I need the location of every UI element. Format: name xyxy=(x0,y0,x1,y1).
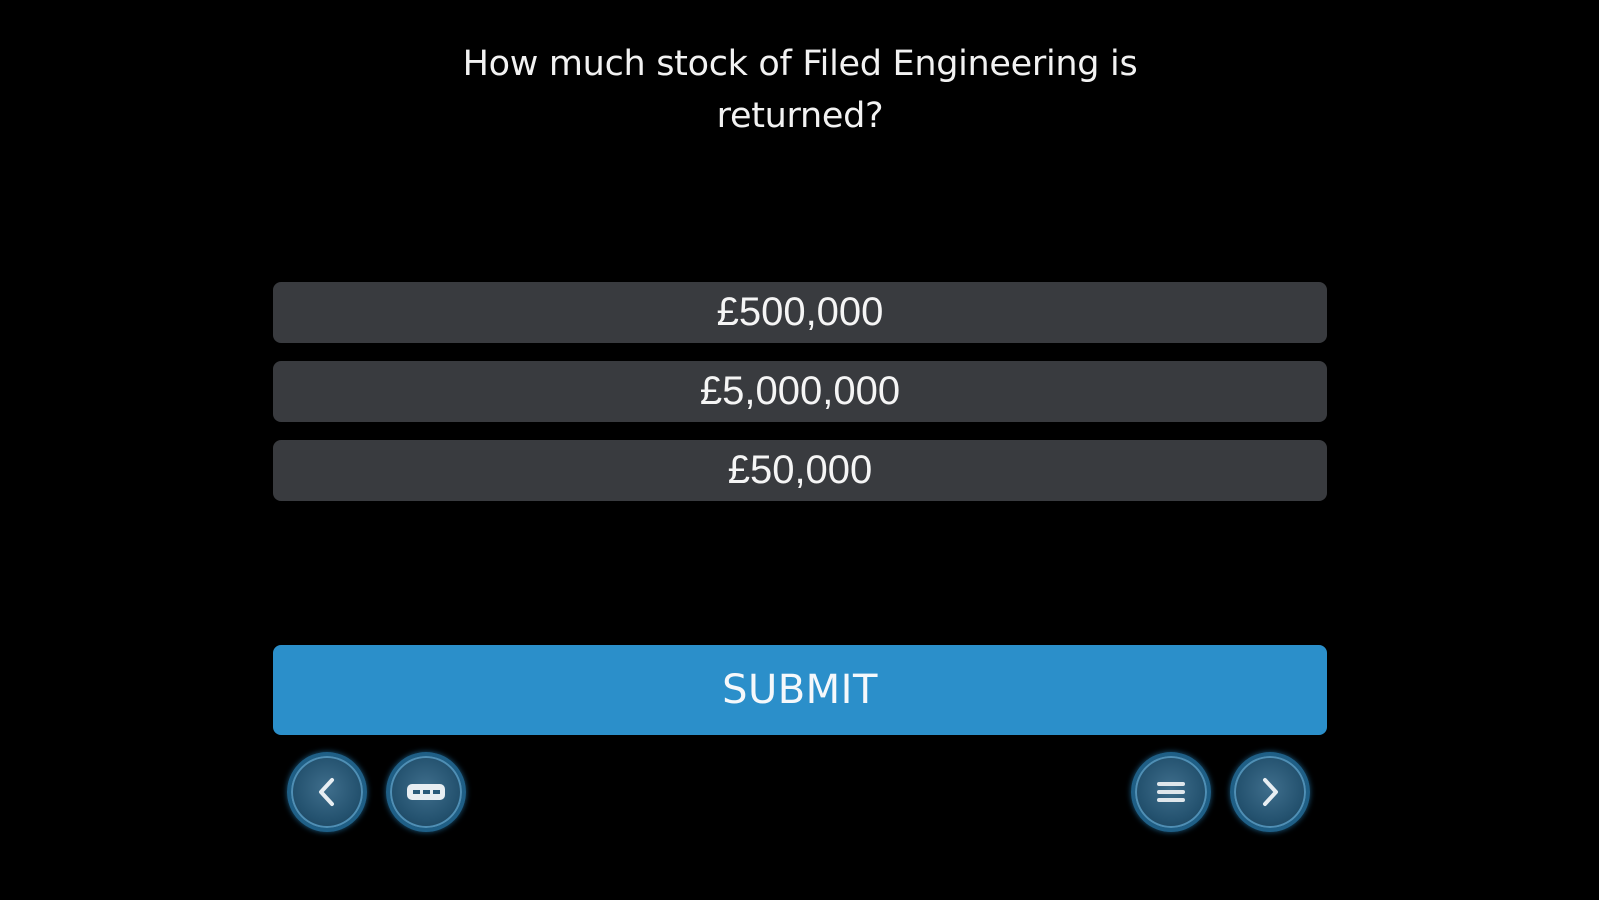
prev-button[interactable] xyxy=(287,752,367,832)
menu-icon xyxy=(1155,778,1187,806)
answer-option-2[interactable]: £5,000,000 xyxy=(273,361,1327,422)
submit-button[interactable]: SUBMIT xyxy=(273,645,1327,735)
chevron-left-icon xyxy=(312,774,342,810)
next-button[interactable] xyxy=(1230,752,1310,832)
captions-icon xyxy=(406,781,446,803)
question-text: How much stock of Filed Engineering is r… xyxy=(462,44,1138,136)
answer-options: £500,000 £5,000,000 £50,000 xyxy=(273,282,1327,519)
answer-option-3[interactable]: £50,000 xyxy=(273,440,1327,501)
captions-button[interactable] xyxy=(386,752,466,832)
chevron-right-icon xyxy=(1255,774,1285,810)
answer-option-1[interactable]: £500,000 xyxy=(273,282,1327,343)
quiz-slide: How much stock of Filed Engineering is r… xyxy=(0,0,1599,900)
menu-button[interactable] xyxy=(1131,752,1211,832)
